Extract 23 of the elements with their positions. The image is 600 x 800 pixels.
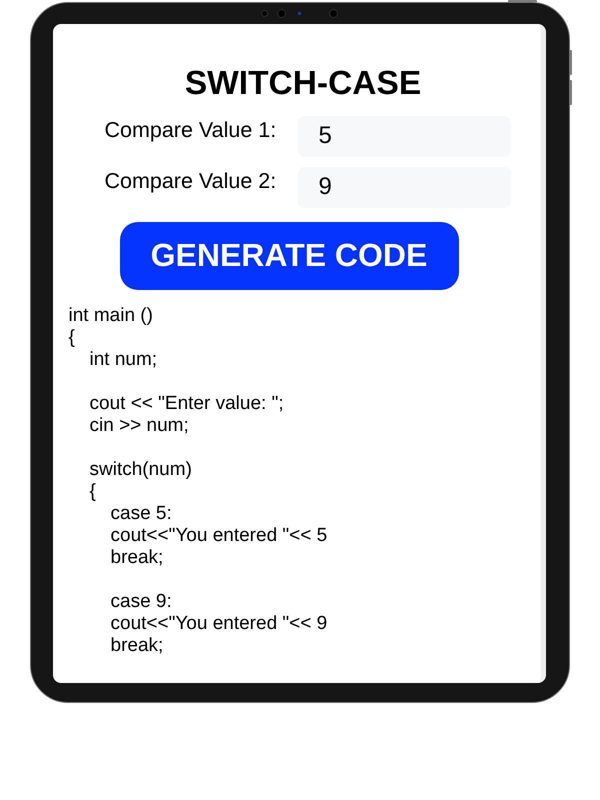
- code-line: case 9:: [110, 590, 172, 613]
- code-line: cin >> num;: [90, 414, 189, 437]
- field-label: Compare Value 1:: [104, 116, 278, 142]
- code-line: switch(num): [90, 458, 192, 481]
- code-line: break;: [110, 634, 164, 657]
- camera-dot-icon: [296, 10, 302, 16]
- code-line: int num;: [90, 348, 158, 371]
- code-line: {: [68, 326, 75, 349]
- code-line: int main (): [68, 304, 153, 327]
- camera-dot-icon: [276, 8, 286, 18]
- field-label: Compare Value 2:: [104, 168, 278, 193]
- code-line: {: [90, 480, 96, 503]
- value-field[interactable]: 5: [298, 116, 510, 157]
- page-title: SWITCH-CASE: [184, 65, 422, 103]
- code-line: cout<<"You entered "<< 9: [110, 612, 328, 635]
- code-line: case 5:: [110, 502, 172, 525]
- value-field[interactable]: 9: [298, 166, 510, 208]
- generate-code-button[interactable]: GENERATE CODE: [120, 222, 458, 290]
- code-line: cout<<"You entered "<< 5: [110, 524, 328, 547]
- code-line: cout << "Enter value: ";: [90, 392, 284, 415]
- code-line: break;: [110, 546, 164, 569]
- camera-dot-icon: [260, 10, 268, 17]
- camera-dot-icon: [328, 8, 338, 18]
